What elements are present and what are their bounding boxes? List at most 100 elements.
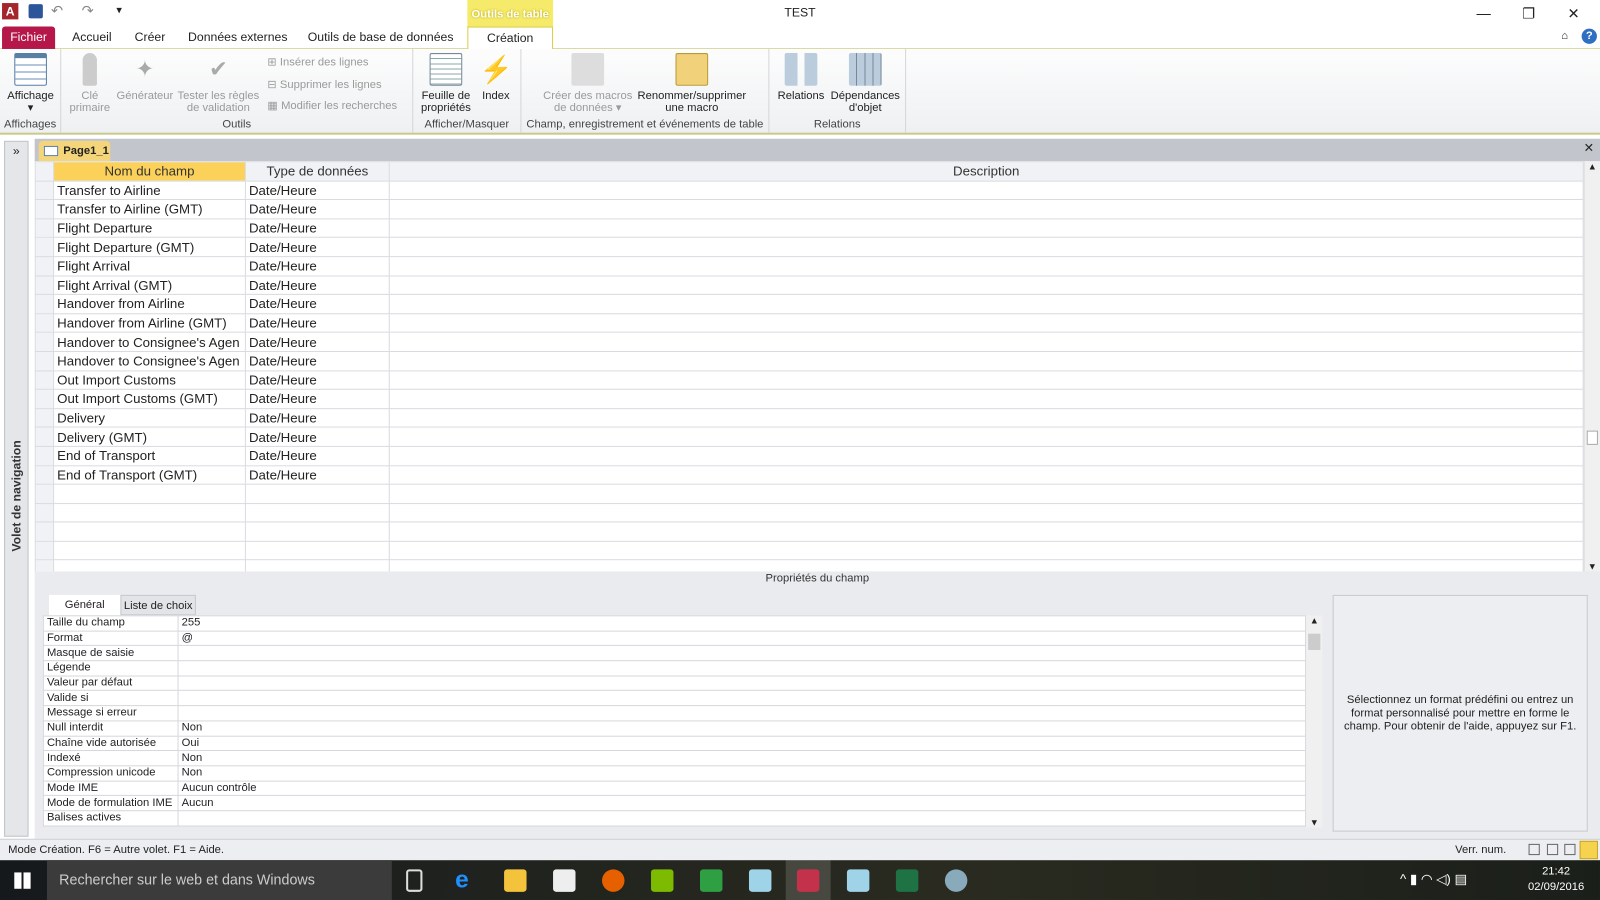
field-name-cell[interactable]: Flight Departure (GMT) [53,237,246,258]
field-name-cell[interactable]: Out Import Customs [53,369,246,390]
row-selector[interactable] [34,483,55,504]
datasheet-view-icon[interactable] [1528,843,1540,856]
empty-row[interactable] [34,502,1584,523]
field-name-cell[interactable] [53,483,246,504]
description-cell[interactable] [388,199,1584,220]
data-type-cell[interactable]: Date/Heure [244,313,390,333]
row-selector[interactable] [34,237,55,258]
description-cell[interactable] [388,407,1584,428]
data-type-cell[interactable] [244,540,390,561]
data-type-cell[interactable]: Date/Heure [244,388,390,409]
field-name-cell[interactable] [53,502,246,523]
property-row[interactable]: Légende [42,660,1307,677]
empty-row[interactable] [34,521,1584,542]
description-cell[interactable] [388,483,1584,504]
chart-view-icon[interactable] [1564,843,1576,856]
row-selector[interactable] [34,294,55,315]
field-name-cell[interactable] [53,559,246,572]
app-icon[interactable] [651,869,674,892]
data-type-cell[interactable] [244,559,390,572]
row-selector[interactable] [34,218,55,239]
scroll-up-icon[interactable]: ▲ [1585,161,1600,171]
data-type-cell[interactable] [244,483,390,504]
inserer-lignes-button[interactable]: ⊞ Insérer des lignes [267,55,368,68]
property-row[interactable]: Chaîne vide autorisée Oui [42,735,1307,752]
table-row[interactable]: Handover to Consignee's Agen Date/Heure [34,331,1584,352]
description-cell[interactable] [388,313,1584,333]
property-row[interactable]: Compression unicode Non [42,765,1307,782]
field-name-cell[interactable]: End of Transport (GMT) [53,464,246,485]
table-row[interactable]: Delivery Date/Heure [34,407,1584,428]
description-cell[interactable] [388,445,1584,466]
header-type-de-donnees[interactable]: Type de données [244,161,390,182]
table-row[interactable]: Flight Departure Date/Heure [34,218,1584,239]
table-row[interactable]: Handover to Consignee's Agen Date/Heure [34,350,1584,371]
dependances-button[interactable]: Dépendances d'objet [829,53,902,114]
data-type-cell[interactable]: Date/Heure [244,445,390,466]
row-selector[interactable] [34,464,55,485]
property-value[interactable] [177,660,1307,677]
row-selector[interactable] [34,407,55,428]
row-selector[interactable] [34,426,55,447]
description-cell[interactable] [388,256,1584,277]
data-type-cell[interactable]: Date/Heure [244,275,390,296]
table-row[interactable]: Flight Arrival (GMT) Date/Heure [34,275,1584,296]
data-type-cell[interactable]: Date/Heure [244,426,390,447]
header-nom-du-champ[interactable]: Nom du champ [53,161,246,182]
help-icon[interactable]: ? [1581,28,1597,44]
data-type-cell[interactable]: Date/Heure [244,237,390,258]
firefox-icon[interactable] [602,869,625,892]
data-type-cell[interactable]: Date/Heure [244,218,390,239]
field-name-cell[interactable]: Delivery (GMT) [53,426,246,447]
close-document-button[interactable]: ✕ [1584,141,1594,155]
description-cell[interactable] [388,502,1584,523]
description-cell[interactable] [388,540,1584,561]
generateur-button[interactable]: ✦ Générateur [114,53,175,102]
select-all-corner[interactable] [34,161,55,182]
property-row[interactable]: Mode IME Aucun contrôle [42,780,1307,797]
tab-donnees-externes[interactable]: Données externes [184,27,292,49]
feuille-proprietes-button[interactable]: Feuille de propriétés [417,53,474,114]
field-name-cell[interactable]: Flight Arrival [53,256,246,277]
access-taskbar-button[interactable] [785,860,831,900]
tab-outils-bdd[interactable]: Outils de base de données [302,27,459,49]
data-type-cell[interactable]: Date/Heure [244,294,390,315]
header-description[interactable]: Description [388,161,1584,182]
renommer-macro-button[interactable]: Renommer/supprimer une macro [634,53,750,114]
description-cell[interactable] [388,369,1584,390]
description-cell[interactable] [388,388,1584,409]
data-type-cell[interactable]: Date/Heure [244,256,390,277]
table-row[interactable]: Flight Arrival Date/Heure [34,256,1584,277]
row-selector[interactable] [34,502,55,523]
data-type-cell[interactable]: Date/Heure [244,407,390,428]
row-selector[interactable] [34,559,55,572]
row-selector[interactable] [34,369,55,390]
affichage-button[interactable]: Affichage ▾ [4,53,57,114]
property-value[interactable]: @ [177,630,1307,647]
grid-scrollbar[interactable]: ▲ ▼ [1583,161,1600,572]
property-value[interactable] [177,690,1307,707]
relations-button[interactable]: Relations [773,53,828,102]
property-row[interactable]: Taille du champ 255 [42,615,1307,632]
scroll-up-icon[interactable]: ▲ [1306,615,1322,625]
scroll-thumb[interactable] [1308,633,1321,650]
property-row[interactable]: Valeur par défaut [42,675,1307,692]
property-row[interactable]: Message si erreur [42,705,1307,722]
data-type-cell[interactable]: Date/Heure [244,464,390,485]
table-row[interactable]: Delivery (GMT) Date/Heure [34,426,1584,447]
design-view-icon[interactable] [1579,840,1598,860]
property-value[interactable] [177,645,1307,662]
properties-scrollbar[interactable]: ▲ ▼ [1306,615,1323,828]
excel-icon[interactable] [895,869,919,892]
field-name-cell[interactable] [53,540,246,561]
restore-button[interactable]: ❐ [1506,2,1551,24]
property-row[interactable]: Mode de formulation IME Aucun [42,795,1307,812]
tab-general[interactable]: Général [48,594,121,616]
description-cell[interactable] [388,294,1584,315]
property-row[interactable]: Balises actives [42,810,1307,827]
table-row[interactable]: Handover from Airline (GMT) Date/Heure [34,313,1584,333]
empty-row[interactable] [34,559,1584,572]
field-name-cell[interactable]: Handover from Airline (GMT) [53,313,246,333]
edge-icon[interactable]: e [455,868,477,892]
description-cell[interactable] [388,237,1584,258]
